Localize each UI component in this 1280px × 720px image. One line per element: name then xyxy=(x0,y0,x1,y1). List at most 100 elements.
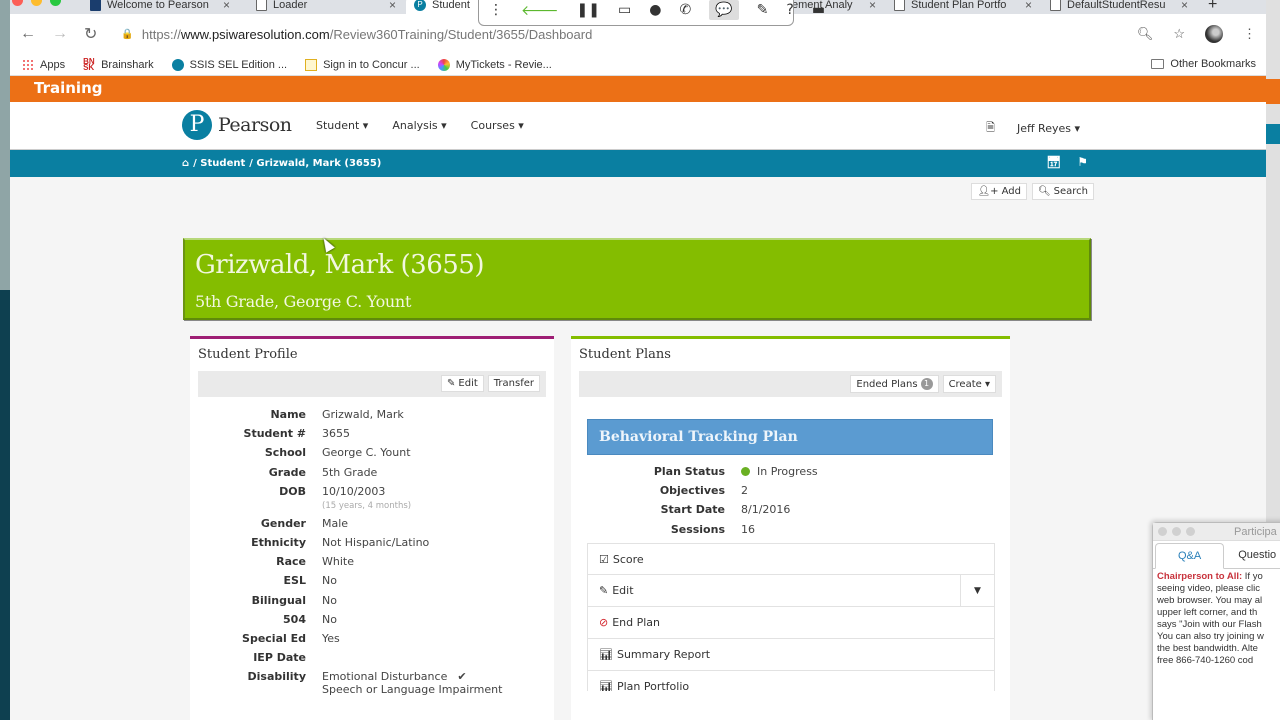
new-tab-button[interactable]: + xyxy=(1200,0,1225,14)
field-row: Special Ed Yes xyxy=(242,631,340,645)
field-row: DOB 10/10/2003 (15 years, 4 months) xyxy=(279,484,412,511)
help-icon[interactable]: ? xyxy=(786,2,793,18)
meeting-toolbar: ⋮ 🡐 ❚❚ ▭ ● ✆ 💬 ✎ ? ▬ xyxy=(478,0,825,26)
field-row: Name Grizwald, Mark xyxy=(270,408,404,421)
tab-questions[interactable]: Questio xyxy=(1224,543,1280,568)
field-row: 504 No xyxy=(283,612,337,626)
field-row: Grade 5th Grade xyxy=(268,465,378,479)
breadcrumb-bar: ⌂ / Student / Grizwald, Mark (3655) 📅︎ ⚑ xyxy=(10,150,1266,177)
browser-menu-icon[interactable]: ⋮ xyxy=(1243,26,1256,42)
search-button[interactable]: 🔍︎ Search xyxy=(1031,183,1094,200)
close-tab-icon[interactable]: × xyxy=(869,0,876,12)
close-tab-icon[interactable]: × xyxy=(223,0,230,12)
plan-fields: Plan Status In Progress Objectives 2 Start… xyxy=(571,465,818,542)
bookmark-apps[interactable]: Apps xyxy=(22,58,65,71)
reload-icon[interactable]: ↻ xyxy=(84,24,97,44)
search-icon: 🔍︎ xyxy=(1037,186,1051,197)
close-tab-icon[interactable]: × xyxy=(389,0,396,12)
field-row: Plan Status In Progress xyxy=(653,465,818,478)
user-menu[interactable]: Jeff Reyes ▾ xyxy=(1017,122,1080,135)
edit-plan-button[interactable]: ✎ Edit ▼ xyxy=(587,575,995,607)
browser-tab[interactable]: DefaultStudentResu × xyxy=(1042,0,1196,14)
document-icon[interactable]: 🗎 xyxy=(986,119,995,138)
edit-profile-button[interactable]: ✎ Edit xyxy=(441,375,484,392)
chat-icon[interactable]: 💬 xyxy=(709,0,739,20)
field-row: Bilingual No xyxy=(251,593,337,607)
bookmark-mytickets[interactable]: MyTickets - Revie... xyxy=(437,58,552,71)
menu-student[interactable]: Student ▾ xyxy=(316,119,368,132)
back-arrow-icon[interactable]: 🡐 xyxy=(521,2,559,19)
bookmark-ssis[interactable]: SSIS SEL Edition ... xyxy=(171,58,287,71)
calendar-icon[interactable]: 📅︎ xyxy=(1046,155,1061,169)
home-icon[interactable]: ⌂ xyxy=(182,158,189,169)
close-tab-icon[interactable]: × xyxy=(1025,0,1032,12)
browser-tab[interactable]: Welcome to Pearson × xyxy=(82,0,238,14)
field-row: Gender Male xyxy=(260,516,349,530)
transfer-button[interactable]: Transfer xyxy=(487,375,540,392)
end-plan-button[interactable]: ⊘ End Plan xyxy=(587,607,995,639)
maximize-window-icon[interactable] xyxy=(50,0,61,6)
bookmark-concur[interactable]: Sign in to Concur ... xyxy=(305,58,420,71)
summary-report-button[interactable]: 📊︎ Summary Report xyxy=(587,639,995,671)
field-row: School George C. Yount xyxy=(264,446,411,460)
breadcrumb-student[interactable]: / Student xyxy=(193,158,245,169)
desktop-background xyxy=(0,290,10,720)
star-icon[interactable]: ☆ xyxy=(1173,26,1185,42)
create-plan-dropdown[interactable]: Create ▾ xyxy=(942,375,996,393)
browser-tab[interactable]: Loader × xyxy=(248,0,404,14)
edit-icon: ✎ xyxy=(447,378,456,389)
window-titlebar[interactable]: Participa xyxy=(1153,523,1280,541)
mytickets-icon xyxy=(437,58,450,71)
browser-tab-active[interactable]: P Student xyxy=(406,0,486,14)
pen-icon[interactable]: ✎ xyxy=(757,2,769,18)
lock-icon: 🔒 xyxy=(121,28,134,40)
tab-qa[interactable]: Q&A xyxy=(1155,543,1225,569)
bookmarks-bar: Apps BN SK Brainshark SSIS SEL Edition .… xyxy=(10,54,1266,76)
menu-analysis[interactable]: Analysis ▾ xyxy=(392,119,446,132)
plan-portfolio-button[interactable]: 📊︎ Plan Portfolio xyxy=(587,671,995,691)
pearson-logo[interactable]: P Pearson xyxy=(182,110,292,140)
maximize-window-icon[interactable] xyxy=(1186,527,1195,536)
close-window-icon[interactable] xyxy=(12,0,23,6)
screen-share-icon[interactable]: ▭ xyxy=(618,2,631,18)
close-window-icon[interactable] xyxy=(1158,527,1167,536)
browser-tab[interactable]: ement Analy × xyxy=(784,0,884,14)
user-icon[interactable]: ● xyxy=(649,2,661,18)
student-subheading: 5th Grade, George C. Yount xyxy=(195,292,412,311)
more-icon[interactable]: ⋮ xyxy=(489,2,503,18)
field-row: ESL No xyxy=(283,574,337,588)
chat-message: Chairperson to All: If yo seeing video, … xyxy=(1157,571,1264,666)
panel-toolbar: Ended Plans 1 Create ▾ xyxy=(579,371,1002,397)
other-bookmarks[interactable]: Other Bookmarks xyxy=(1151,58,1256,70)
minimize-window-icon[interactable] xyxy=(1172,527,1181,536)
minimize-window-icon[interactable] xyxy=(31,0,42,6)
profile-avatar[interactable] xyxy=(1205,25,1223,43)
pearson-icon xyxy=(171,58,184,71)
menu-courses[interactable]: Courses ▾ xyxy=(471,119,524,132)
back-icon[interactable]: ← xyxy=(20,25,36,43)
close-tab-icon[interactable]: × xyxy=(1181,0,1188,12)
browser-tab[interactable]: Student Plan Portfo × xyxy=(886,0,1040,14)
concur-icon xyxy=(305,58,318,71)
ended-plans-button[interactable]: Ended Plans 1 xyxy=(850,375,939,393)
environment-banner: Training xyxy=(10,76,1266,102)
field-row: Race White xyxy=(276,555,354,569)
browser-window: Welcome to Pearson × Loader × P Student … xyxy=(10,0,1266,720)
pearson-logo-icon: P xyxy=(182,110,212,140)
caret-down-icon[interactable]: ▼ xyxy=(960,575,994,606)
status-dot-icon xyxy=(741,467,750,476)
add-student-button[interactable]: 👤︎+ Add xyxy=(971,183,1027,200)
top-navigation: P Pearson Student ▾ Analysis ▾ Courses ▾… xyxy=(10,102,1266,150)
minimize-icon[interactable]: ▬ xyxy=(812,2,825,18)
student-header: Grizwald, Mark (3655) 5th Grade, George … xyxy=(183,238,1091,320)
plan-header[interactable]: Behavioral Tracking Plan xyxy=(587,419,993,455)
apps-grid-icon xyxy=(22,58,34,71)
flag-icon[interactable]: ⚑ xyxy=(1077,155,1088,169)
pause-icon[interactable]: ❚❚ xyxy=(577,2,600,18)
zoom-icon[interactable]: 🔍︎ xyxy=(1137,26,1154,42)
bookmark-brainshark[interactable]: BN SK Brainshark xyxy=(83,57,154,71)
phone-icon[interactable]: ✆ xyxy=(679,2,691,18)
page-icon xyxy=(256,0,267,11)
score-button[interactable]: ☑ Score xyxy=(587,543,995,575)
forward-icon[interactable]: → xyxy=(52,25,68,43)
